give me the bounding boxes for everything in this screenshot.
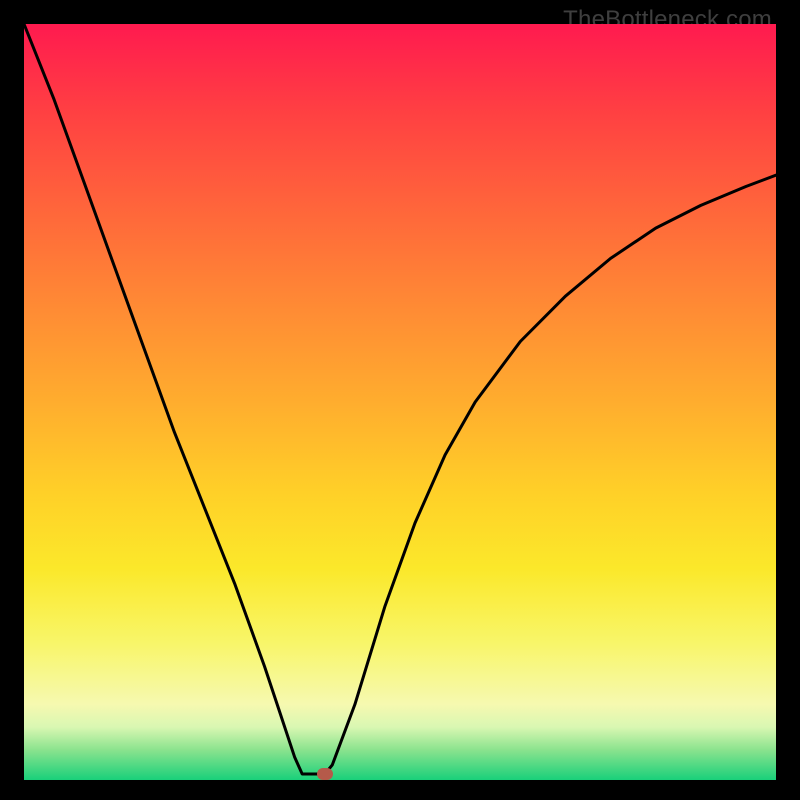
- optimum-marker: [317, 768, 333, 780]
- bottleneck-curve: [24, 24, 776, 780]
- plot-area: [24, 24, 776, 780]
- chart-frame: TheBottleneck.com: [0, 0, 800, 800]
